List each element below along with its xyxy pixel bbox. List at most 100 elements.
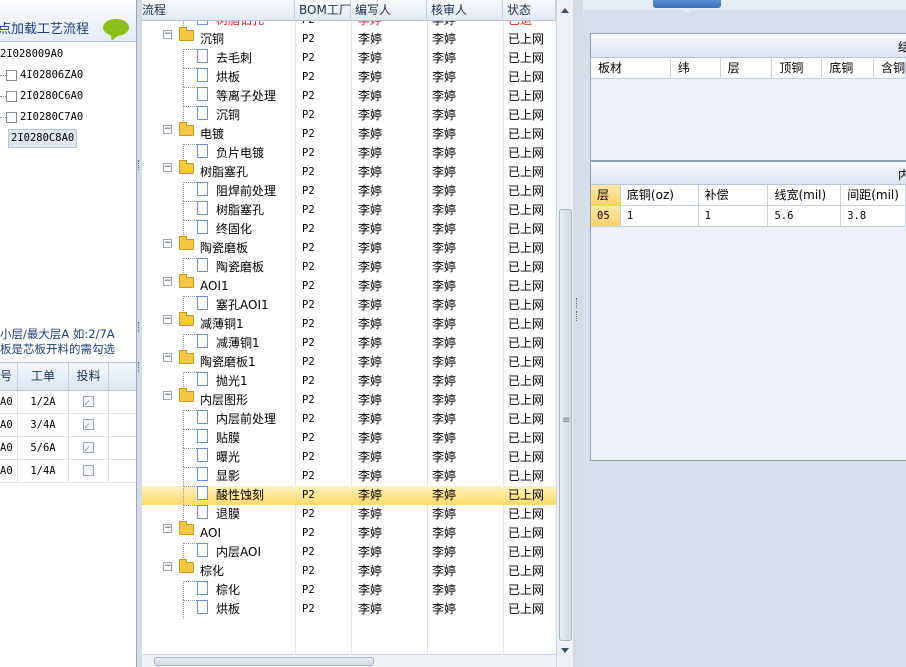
col-header-top-copper[interactable]: 顶铜 [772, 58, 823, 78]
col-header-reviewer[interactable]: 核审人 [427, 0, 503, 21]
col-header-id[interactable]: 号 [0, 363, 18, 390]
collapse-icon[interactable]: − [163, 315, 172, 324]
work-order-row[interactable]: A0 1/4A [0, 460, 136, 483]
col-header-writer[interactable]: 编写人 [351, 0, 427, 21]
collapse-icon[interactable]: − [163, 163, 172, 172]
inner-layer-grid-header: 层 底铜(oz) 补偿 线宽(mil) 间距(mil) [591, 185, 906, 206]
scroll-up-icon[interactable] [561, 8, 569, 13]
col-header-bottom-copper[interactable]: 底铜 [822, 58, 875, 78]
process-row[interactable]: 陶瓷磨板 P2 李婷 李婷 已上网 [142, 258, 556, 277]
collapse-icon[interactable]: − [163, 125, 172, 134]
job-item[interactable]: 4I02806ZA0 [0, 65, 136, 86]
status: 已上网 [508, 583, 545, 597]
feed-checkbox[interactable] [83, 464, 94, 476]
process-row[interactable]: 终固化 P2 李婷 李婷 已上网 [142, 220, 556, 239]
process-row[interactable]: 阻焊前处理 P2 李婷 李婷 已上网 [142, 182, 556, 201]
process-tree-rows: 树脂铝孔P2李婷李婷已退−沉铜P2李婷李婷已上网去毛刺P2李婷李婷已上网烘板P2… [142, 11, 556, 619]
process-group-name: AOI [200, 526, 221, 540]
col-header-compensation[interactable]: 补偿 [699, 185, 769, 205]
col-header-layer[interactable]: 层 [721, 58, 773, 78]
process-row[interactable]: 显影 P2 李婷 李婷 已上网 [142, 467, 556, 486]
document-icon [197, 429, 208, 443]
feed-checkbox[interactable] [83, 416, 94, 438]
process-row[interactable]: − 减薄铜1 P2 李婷 李婷 已上网 [142, 312, 556, 334]
process-row[interactable]: − 棕化 P2 李婷 李婷 已上网 [142, 559, 556, 581]
col-header-status[interactable]: 状态 [503, 0, 556, 21]
status: 已上网 [508, 51, 545, 65]
process-row[interactable]: 负片电镀 P2 李婷 李婷 已上网 [142, 144, 556, 163]
col-header-board[interactable]: 板材 [591, 58, 671, 78]
process-row[interactable]: − 电镀 P2 李婷 李婷 已上网 [142, 122, 556, 144]
process-row[interactable]: − AOI1 P2 李婷 李婷 已上网 [142, 274, 556, 296]
collapse-icon[interactable]: − [163, 239, 172, 248]
work-order-row[interactable]: A0 1/2A [0, 391, 136, 415]
process-row[interactable]: 退膜 P2 李婷 李婷 已上网 [142, 505, 556, 524]
process-row[interactable]: − 树脂塞孔 P2 李婷 李婷 已上网 [142, 160, 556, 182]
col-header-process[interactable]: 流程 [142, 0, 295, 21]
bom-factory: P2 [302, 204, 315, 216]
process-row[interactable]: 减薄铜1 P2 李婷 李婷 已上网 [142, 334, 556, 353]
col-header-weft[interactable]: 纬 [671, 58, 721, 78]
process-row[interactable]: 沉铜 P2 李婷 李婷 已上网 [142, 106, 556, 125]
col-header-layer[interactable]: 层 [591, 185, 621, 205]
tree-horizontal-scrollbar[interactable] [142, 654, 556, 667]
collapse-icon[interactable]: − [163, 277, 172, 286]
col-header-order[interactable]: 工单 [18, 363, 69, 390]
col-header-feed[interactable]: 投料 [69, 363, 109, 390]
inner-layer-grid-body: 05 1 1 5.6 3.8 [591, 206, 906, 227]
document-icon [197, 296, 208, 310]
status: 已上网 [508, 279, 545, 293]
job-item[interactable]: 2I0280C7A0 [0, 107, 136, 128]
inner-layer-row[interactable]: 05 1 1 5.6 3.8 [591, 206, 906, 227]
process-row[interactable]: 贴膜 P2 李婷 李婷 已上网 [142, 429, 556, 448]
process-row[interactable]: 酸性蚀刻 P2 李婷 李婷 已上网 [142, 486, 556, 505]
right-splitter[interactable] [573, 0, 583, 667]
feed-checkbox[interactable] [83, 393, 94, 415]
process-row[interactable]: 等离子处理 P2 李婷 李婷 已上网 [142, 87, 556, 106]
hscroll-thumb[interactable] [154, 657, 374, 666]
document-icon [197, 182, 208, 196]
feed-checkbox[interactable] [83, 439, 94, 461]
writer: 李婷 [358, 108, 383, 122]
bom-factory: P2 [302, 565, 315, 577]
tree-vertical-scrollbar[interactable] [556, 0, 573, 667]
process-row[interactable]: 塞孔AOI1 P2 李婷 李婷 已上网 [142, 296, 556, 315]
process-row[interactable]: 棕化 P2 李婷 李婷 已上网 [142, 581, 556, 600]
job-item[interactable]: 2I0280C8A0 [0, 128, 136, 149]
scroll-down-icon[interactable] [561, 648, 569, 653]
work-order-row[interactable]: A0 3/4A [0, 414, 136, 438]
load-process-title[interactable]: 点加载工艺流程 [0, 18, 89, 37]
bom-factory: P2 [302, 527, 315, 539]
process-row[interactable]: 曝光 P2 李婷 李婷 已上网 [142, 448, 556, 467]
process-row[interactable]: − 陶瓷磨板1 P2 李婷 李婷 已上网 [142, 350, 556, 372]
process-row[interactable]: 内层AOI P2 李婷 李婷 已上网 [142, 543, 556, 562]
col-header-line-width[interactable]: 线宽(mil) [768, 185, 842, 205]
process-row[interactable]: 烘板 P2 李婷 李婷 已上网 [142, 68, 556, 87]
collapse-icon[interactable]: − [163, 391, 172, 400]
job-item[interactable]: 2I0280C6A0 [0, 86, 136, 107]
collapse-icon[interactable]: − [163, 353, 172, 362]
collapse-icon[interactable]: − [163, 562, 172, 571]
process-row[interactable]: − 内层图形 P2 李婷 李婷 已上网 [142, 388, 556, 410]
collapse-icon[interactable]: − [163, 30, 172, 39]
collapse-icon[interactable]: − [163, 524, 172, 533]
process-row[interactable]: 去毛刺 P2 李婷 李婷 已上网 [142, 49, 556, 68]
process-row[interactable]: 抛光1 P2 李婷 李婷 已上网 [142, 372, 556, 391]
work-order-row[interactable]: A0 5/6A [0, 437, 136, 461]
col-header-base-copper[interactable]: 底铜(oz) [621, 185, 699, 205]
status: 已上网 [508, 469, 545, 483]
col-header-bom-factory[interactable]: BOM工厂 [295, 0, 351, 21]
scroll-thumb[interactable] [559, 209, 572, 641]
process-row[interactable]: 树脂塞孔 P2 李婷 李婷 已上网 [142, 201, 556, 220]
process-row[interactable]: − 沉铜 P2 李婷 李婷 已上网 [142, 27, 556, 49]
job-item[interactable]: 2I028009A0 [0, 44, 136, 65]
chat-bubble-icon[interactable] [103, 19, 129, 36]
process-row[interactable]: 烘板 P2 李婷 李婷 已上网 [142, 600, 556, 619]
collapse-tab-button[interactable] [653, 0, 721, 12]
process-row[interactable]: 内层前处理 P2 李婷 李婷 已上网 [142, 410, 556, 429]
col-header-copper-content[interactable]: 含铜 [874, 58, 906, 78]
bom-factory: P2 [302, 470, 315, 482]
process-row[interactable]: − 陶瓷磨板 P2 李婷 李婷 已上网 [142, 236, 556, 258]
col-header-spacing[interactable]: 间距(mil) [841, 185, 906, 205]
process-row[interactable]: − AOI P2 李婷 李婷 已上网 [142, 521, 556, 543]
